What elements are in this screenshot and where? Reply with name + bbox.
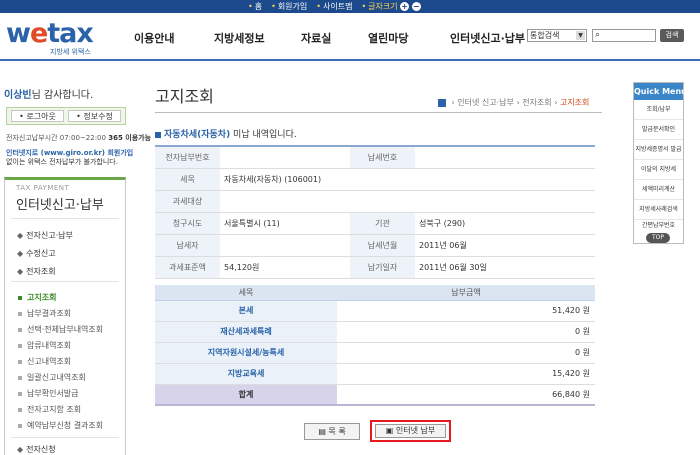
quick-menu: Quick Menu 조회/납부 발급문서확인 지방세증명서 발급 이달의 지방…	[633, 82, 687, 244]
logout-button[interactable]: • 로그아웃	[11, 110, 64, 122]
quick-item[interactable]: 발급문서확인	[634, 120, 683, 140]
table-row: 지방교육세 15,420 원	[155, 363, 595, 385]
sidebar-item-amend[interactable]: ◆ 수정신고	[17, 248, 56, 259]
font-decrease-icon[interactable]: −	[411, 2, 421, 11]
service-hours: 전자신고납부시간 07:00~22:00 365 이용가능	[6, 134, 152, 142]
unpaid-notice: 자동차세(자동차) 미납 내역입니다.	[155, 127, 297, 140]
total-row: 합계 66,840 원	[155, 384, 595, 406]
sidebar-subitem-filing-history[interactable]: 신고내역조회	[18, 356, 71, 367]
site-header: wetax 지방세 위택스 이용안내 지방세정보 자료실 열린마당 인터넷신고·…	[0, 13, 700, 61]
breadcrumb: › 인터넷 신고·납부 › 전자조회 › 고지조회	[438, 97, 589, 108]
internet-payment-highlight: ▣ 인터넷 납부	[370, 420, 451, 442]
welcome-message: 이상빈님 감사합니다.	[4, 90, 94, 101]
utility-bar: • 홈 • 회원가입 • 사이트맵 • 글자크기 + −	[0, 0, 700, 13]
quick-menu-title: Quick Menu	[634, 83, 687, 100]
table-row: 지역자원시설세/농특세 0 원	[155, 342, 595, 364]
quick-item[interactable]: 지방세증명서 발급	[634, 140, 683, 160]
table-row: 납세자 납세년월 2011년 06월	[155, 234, 595, 257]
quick-item[interactable]: 간편납부번호	[634, 220, 683, 232]
table-row: 과세대상	[155, 190, 595, 213]
scroll-top-button[interactable]: TOP	[646, 233, 670, 243]
notice-detail-table: 전자납부번호 납세번호 세목 자동차세(자동차) (106001) 과세대상 청…	[155, 145, 595, 279]
nav-item-online-filing[interactable]: 인터넷신고·납부	[450, 30, 525, 46]
home-icon[interactable]	[438, 98, 446, 107]
list-button[interactable]: ▤ 목 록	[304, 423, 360, 440]
search-icon: ⌕	[595, 30, 601, 40]
table-header-row: 세목 납부금액	[155, 285, 595, 301]
nav-item-library[interactable]: 자료실	[301, 30, 331, 46]
quick-item[interactable]: 조회/납부	[634, 100, 683, 120]
sidebar-subitem-payment-result[interactable]: 납부결과조회	[18, 308, 71, 319]
font-size-control: • 글자크기 + −	[361, 2, 421, 11]
payment-icon: ▣	[385, 426, 394, 435]
sidebar-subitem-payment-history[interactable]: 선택·전체납부내역조회	[18, 324, 103, 335]
wetax-logo[interactable]: wetax 지방세 위택스	[6, 20, 106, 57]
search-scope-select[interactable]: 통합검색 ▼	[527, 29, 587, 42]
breadcrumb-item[interactable]: 인터넷 신고·납부	[457, 98, 514, 107]
quick-item[interactable]: 이달의 지방세	[634, 160, 683, 180]
quick-item[interactable]: 세액미리계산	[634, 180, 683, 200]
table-row: 과세표준액 54,120원 납기일자 2011년 06월 30일	[155, 256, 595, 279]
sidebar-subitem-notice-inquiry[interactable]: 고지조회	[18, 292, 56, 303]
utility-links: • 홈 • 회원가입 • 사이트맵 • 글자크기 + −	[248, 1, 421, 12]
payment-amount-table: 세목 납부금액 본세 51,420 원 재산세과세특례 0 원 지역자원시설세/…	[155, 285, 595, 406]
sidebar-subitem-seizure[interactable]: 압류내역조회	[18, 340, 71, 351]
nav-item-tax-info[interactable]: 지방세정보	[214, 30, 265, 46]
bullet-square-icon	[155, 131, 161, 138]
account-buttons: • 로그아웃 • 정보수정	[6, 107, 126, 125]
page-title: 고지조회	[155, 87, 214, 106]
table-row: 본세 51,420 원	[155, 300, 595, 322]
list-icon: ▤	[318, 427, 326, 436]
breadcrumb-item[interactable]: 전자조회	[522, 98, 551, 107]
table-row: 전자납부번호 납세번호	[155, 146, 595, 169]
sidebar-item-e-filing[interactable]: ◆ 전자신고·납부	[17, 230, 73, 241]
nav-item-forum[interactable]: 열린마당	[368, 30, 408, 46]
sidebar-item-e-request[interactable]: ◆ 전자신청	[17, 444, 56, 455]
chevron-down-icon: ▼	[576, 31, 585, 40]
font-increase-icon[interactable]: +	[400, 2, 410, 11]
util-link-join[interactable]: • 회원가입	[271, 1, 307, 12]
table-row: 세목 자동차세(자동차) (106001)	[155, 168, 595, 191]
sidebar-subitem-e-notice-box[interactable]: 전자고지함 조회	[18, 404, 81, 415]
util-link-home[interactable]: • 홈	[248, 1, 262, 12]
breadcrumb-current: 고지조회	[559, 98, 590, 107]
util-link-sitemap[interactable]: • 사이트맵	[316, 1, 352, 12]
table-row: 청구시도 서울특별시 (11) 기관 성북구 (290)	[155, 212, 595, 235]
sidebar-menu: TAX PAYMENT 인터넷신고·납부 ◆ 전자신고·납부 ◆ 수정신고 ◆ 전자조…	[4, 177, 126, 455]
sidebar-subitem-reserved-payment[interactable]: 예약납부신청 결과조회	[18, 420, 103, 431]
search-input[interactable]: ⌕	[592, 29, 656, 42]
search-button[interactable]: 검색	[660, 29, 684, 42]
nav-item-guide[interactable]: 이용안내	[134, 30, 174, 46]
edit-info-button[interactable]: • 정보수정	[68, 110, 121, 122]
giro-notice: 인터넷지로 (www.giro.or.kr) 회원가입 없이는 위택스 전자납부…	[6, 149, 134, 166]
sidebar-item-e-inquiry[interactable]: ◆ 전자조회	[17, 266, 56, 277]
sidebar-subitem-bulk-filing[interactable]: 일괄신고내역조회	[18, 372, 86, 383]
internet-payment-button[interactable]: ▣ 인터넷 납부	[375, 424, 446, 438]
table-row: 재산세과세특례 0 원	[155, 321, 595, 343]
sidebar-subitem-receipt[interactable]: 납부확인서발급	[18, 388, 79, 399]
quick-item[interactable]: 지방세사례검색	[634, 200, 683, 220]
sidebar-title: 인터넷신고·납부	[16, 198, 104, 213]
